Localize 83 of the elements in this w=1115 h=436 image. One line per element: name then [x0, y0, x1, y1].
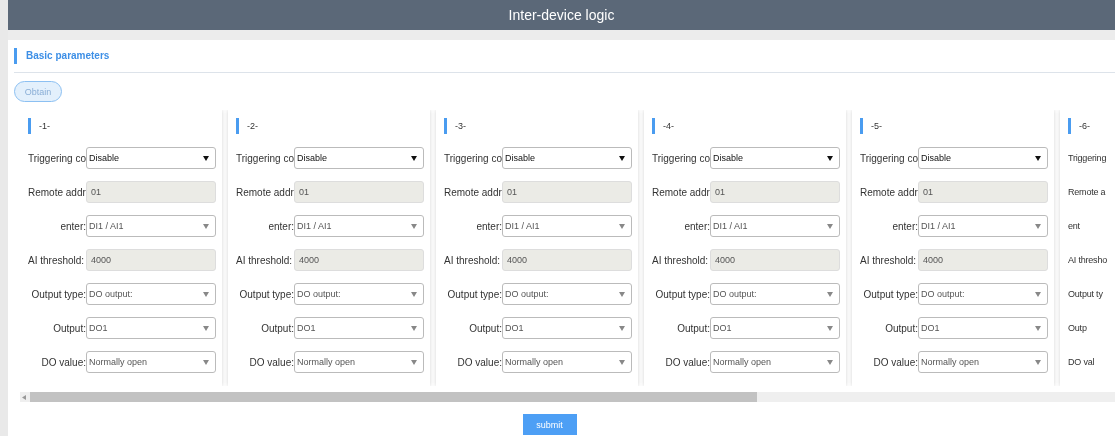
dropdown-caret-icon: [1035, 291, 1041, 297]
dropdown-caret-icon: [203, 223, 209, 229]
dropdown-caret-icon: [411, 155, 417, 161]
dropdown-caret-icon: [1035, 359, 1041, 365]
field-label: Remote addr: [236, 186, 294, 198]
dropdown-caret-icon: [827, 325, 833, 331]
dropdown-caret-icon: [827, 359, 833, 365]
dropdown-caret-icon: [619, 291, 625, 297]
field-label: enter:: [267, 220, 294, 232]
dropdown-field[interactable]: Disable: [86, 147, 216, 169]
field-label: AI threshold:: [236, 254, 294, 266]
scrollbar-thumb[interactable]: [30, 392, 757, 402]
dropdown-caret-icon: [411, 223, 417, 229]
dropdown-caret-icon: [203, 359, 209, 365]
field-label: Output:: [468, 322, 502, 334]
field-label: DO value:: [456, 356, 502, 368]
field-label: Remote addr: [860, 186, 918, 198]
dropdown-caret-icon: [411, 291, 417, 297]
dropdown-caret-icon: [203, 155, 209, 161]
card-title: -5-: [860, 118, 882, 134]
field-label: DO value:: [40, 356, 86, 368]
dropdown-caret-icon: [619, 359, 625, 365]
field-label: Output:: [676, 322, 710, 334]
card-title: -6-: [1068, 118, 1090, 134]
field-label: Output:: [884, 322, 918, 334]
field-label: DO value:: [248, 356, 294, 368]
field-label: Remote addr: [444, 186, 502, 198]
dropdown-caret-icon: [619, 223, 625, 229]
field-label: Remote addr: [28, 186, 86, 198]
dropdown-field[interactable]: Disable: [710, 147, 840, 169]
field-label: enter:: [475, 220, 502, 232]
field-label: Output type:: [446, 288, 502, 300]
window-title: Inter-device logic: [508, 7, 615, 23]
field-label: Triggering co: [28, 152, 86, 164]
field-label: Output type:: [862, 288, 918, 300]
dropdown-caret-icon: [1035, 155, 1041, 161]
field-label: Output type:: [30, 288, 86, 300]
field-label: Output type:: [238, 288, 294, 300]
scroll-left-icon[interactable]: [22, 394, 26, 400]
field-label: enter:: [59, 220, 86, 232]
scrollbar[interactable]: [20, 392, 1115, 402]
dropdown-field[interactable]: Disable: [918, 147, 1048, 169]
dropdown-caret-icon: [619, 325, 625, 331]
field-label: AI threshold:: [652, 254, 710, 266]
field-label: Output:: [260, 322, 294, 334]
card-title: -3-: [444, 118, 466, 134]
field-label: DO value:: [664, 356, 710, 368]
card-title: -4-: [652, 118, 674, 134]
dropdown-caret-icon: [203, 325, 209, 331]
dropdown-caret-icon: [411, 359, 417, 365]
dropdown-caret-icon: [827, 291, 833, 297]
section-title: Basic parameters: [14, 48, 110, 64]
field-label: Triggering: [1068, 153, 1107, 163]
field-label: ent: [1068, 221, 1080, 231]
dropdown-caret-icon: [619, 155, 625, 161]
field-label: Remote addr: [652, 186, 710, 198]
field-label: Output ty: [1068, 289, 1103, 299]
dropdown-caret-icon: [411, 325, 417, 331]
field-label: AI threshold:: [444, 254, 502, 266]
field-label: enter:: [683, 220, 710, 232]
dropdown-caret-icon: [1035, 223, 1041, 229]
dropdown-caret-icon: [1035, 325, 1041, 331]
dropdown-caret-icon: [827, 155, 833, 161]
field-label: DO value:: [872, 356, 918, 368]
card-title: -2-: [236, 118, 258, 134]
field-label: enter:: [891, 220, 918, 232]
dropdown-field[interactable]: Disable: [294, 147, 424, 169]
field-label: DO val: [1068, 357, 1095, 367]
field-label: Triggering co: [652, 152, 710, 164]
field-label: AI threshold:: [28, 254, 86, 266]
card-title: -1-: [28, 118, 50, 134]
field-label: Triggering co: [236, 152, 294, 164]
field-label: Output type:: [654, 288, 710, 300]
field-label: Remote a: [1068, 187, 1106, 197]
dropdown-field[interactable]: Disable: [502, 147, 632, 169]
field-label: AI threshold:: [860, 254, 918, 266]
field-label: Triggering co: [860, 152, 918, 164]
dropdown-caret-icon: [827, 223, 833, 229]
field-label: AI thresho: [1068, 255, 1108, 265]
field-label: Output:: [52, 322, 86, 334]
field-label: Triggering co: [444, 152, 502, 164]
field-label: Outp: [1068, 323, 1087, 333]
dropdown-caret-icon: [203, 291, 209, 297]
